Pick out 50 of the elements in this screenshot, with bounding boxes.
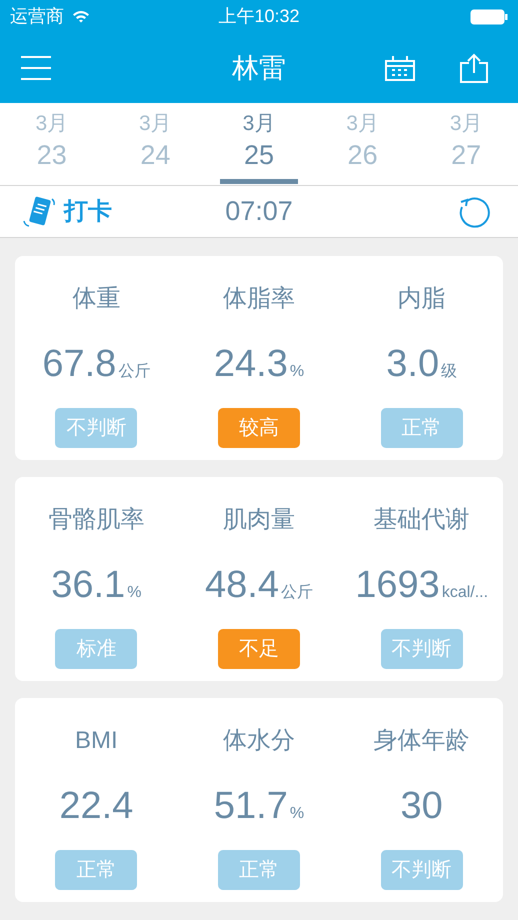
status-tag: 不判断 [380, 629, 463, 669]
metric-value: 30 [400, 784, 443, 829]
status-tag: 正常 [55, 850, 138, 890]
metric-value: 3.0 [386, 342, 440, 387]
status-tag: 标准 [55, 629, 138, 669]
carrier-name: 运营商 [10, 5, 64, 28]
metric-value: 1693 [355, 563, 440, 608]
date-tab[interactable]: 3月 24 [104, 103, 208, 185]
status-tag: 较高 [218, 408, 300, 448]
metric-unit: % [127, 583, 142, 603]
metric-value: 51.7 [214, 784, 288, 829]
metric-unit: kcal/... [442, 583, 488, 603]
metric-label: 身体年龄 [374, 726, 470, 756]
status-tag: 正常 [380, 408, 463, 448]
metric-label: 内脂 [398, 284, 446, 314]
metric-label: BMI [75, 726, 118, 756]
page-title: 林雷 [232, 52, 286, 85]
date-tab[interactable]: 3月 26 [310, 103, 414, 185]
calendar-icon[interactable] [385, 55, 415, 81]
battery-icon [470, 8, 508, 24]
metric-value: 24.3 [214, 342, 288, 387]
menu-icon[interactable] [20, 55, 52, 81]
status-tag: 正常 [218, 850, 300, 890]
share-icon[interactable] [459, 53, 489, 83]
status-tag: 不判断 [380, 850, 463, 890]
metric-value: 67.8 [42, 342, 116, 387]
wifi-icon [72, 10, 90, 23]
metric-label: 体重 [72, 284, 120, 314]
checkin-time: 07:07 [225, 195, 293, 228]
metric-unit: % [290, 362, 304, 382]
refresh-icon[interactable] [458, 194, 492, 228]
metric-label: 骨骼肌率 [48, 505, 144, 535]
status-tag: 不判断 [55, 408, 138, 448]
metric-value: 48.4 [205, 563, 279, 608]
metric-unit: 公斤 [118, 362, 150, 382]
metric-value: 36.1 [51, 563, 126, 608]
date-tab[interactable]: 3月 25 [207, 103, 311, 185]
metric-value: 22.4 [59, 784, 134, 829]
metric-label: 基础代谢 [374, 505, 470, 535]
date-tab[interactable]: 3月 27 [414, 103, 518, 185]
metric-unit: 级 [441, 362, 458, 382]
checkin-button[interactable]: 打卡 [22, 194, 112, 230]
metric-label: 肌肉量 [223, 505, 295, 535]
clock-time: 上午10:32 [218, 5, 300, 28]
metric-unit: % [290, 804, 304, 824]
metric-label: 体脂率 [223, 284, 295, 314]
date-tab[interactable]: 3月 23 [0, 103, 104, 185]
status-tag: 不足 [218, 629, 300, 669]
metric-unit: 公斤 [280, 582, 313, 603]
metric-label: 体水分 [223, 726, 295, 756]
